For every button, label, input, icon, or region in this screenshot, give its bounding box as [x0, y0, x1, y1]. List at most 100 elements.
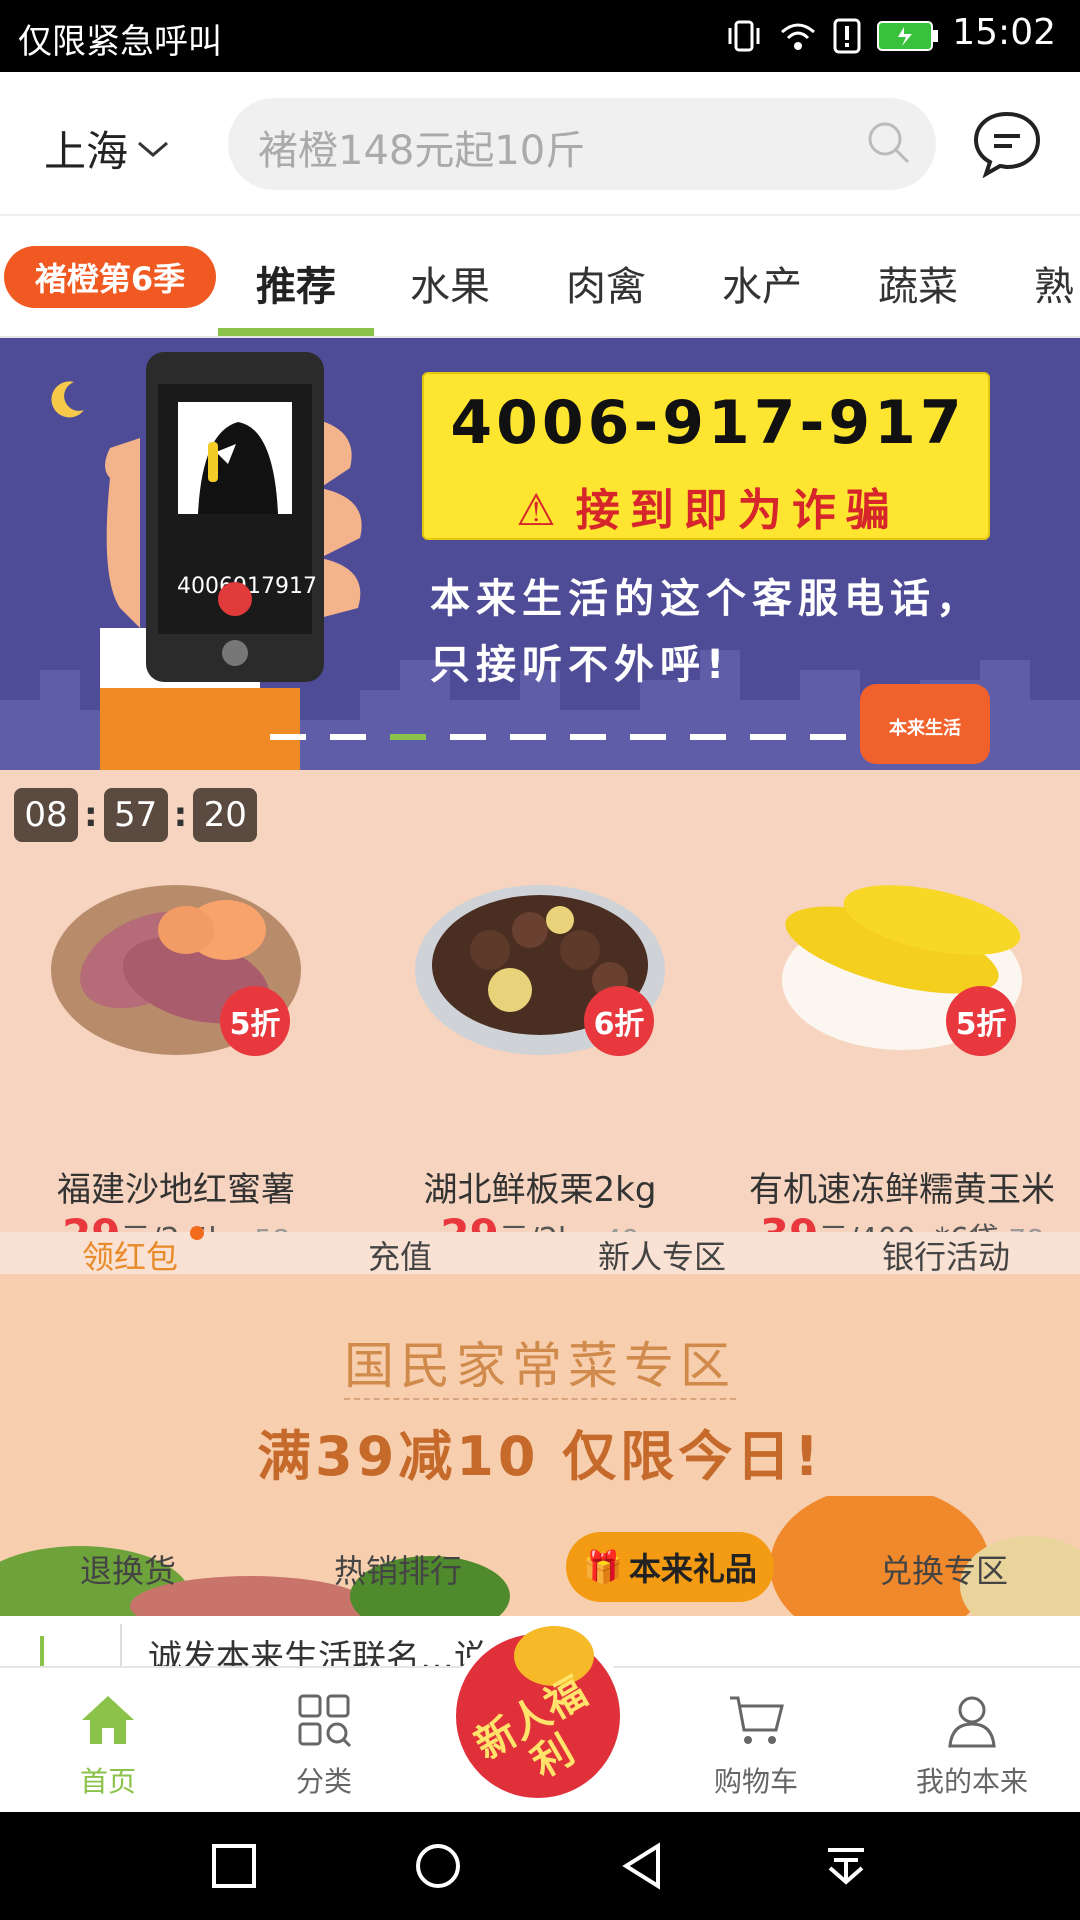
carrier-text: 仅限紧急呼叫	[18, 22, 222, 62]
hero-banner[interactable]: 4006917917 4006-917-917 ⚠接到即为诈骗 本来生活的这个客…	[0, 338, 1080, 770]
notification-pull-down-icon[interactable]	[822, 1842, 870, 1890]
product-card-sweet-potato[interactable]: 5折 福建沙地红蜜薯 29元/2.5kg 58	[6, 860, 346, 1232]
timer-minutes: 57	[103, 788, 168, 842]
nav-home[interactable]: 首页	[0, 1692, 216, 1800]
carousel-dot[interactable]	[690, 734, 726, 740]
hooded-caller-icon	[198, 422, 278, 514]
chevron-down-icon	[138, 141, 168, 157]
quick-links-bar: 领红包 充值 新人专区 银行活动	[0, 1226, 1080, 1276]
battery-charging-icon	[877, 21, 938, 51]
brand-pill-chucheng[interactable]: 褚橙第6季	[4, 246, 216, 308]
carousel-dot[interactable]	[810, 734, 846, 740]
back-icon[interactable]	[618, 1842, 666, 1890]
status-icons	[724, 16, 940, 56]
nav-category-label: 分类	[295, 1765, 352, 1798]
profile-icon	[948, 1696, 996, 1748]
discount-badge: 5折	[220, 986, 290, 1056]
timer-hours: 08	[14, 788, 78, 842]
newbie-welfare-button[interactable]: 新人福利	[448, 1626, 628, 1806]
gift-button[interactable]: 🎁 本来礼品	[566, 1532, 774, 1602]
home-circle-icon[interactable]	[414, 1842, 462, 1890]
warning-triangle-icon: ⚠	[516, 485, 566, 536]
carousel-dot[interactable]	[510, 734, 546, 740]
tab-cooked[interactable]: 熟	[1034, 254, 1074, 312]
product-name: 福建沙地红蜜薯	[57, 1170, 295, 1210]
message-icon[interactable]	[970, 108, 1044, 178]
cart-icon	[730, 1696, 784, 1744]
quick-link-red-packet[interactable]: 领红包	[82, 1232, 178, 1278]
carousel-dot[interactable]	[630, 734, 666, 740]
sim-alert-icon	[833, 18, 861, 54]
product-price: 29	[62, 1210, 120, 1232]
city-selector[interactable]: 上海	[44, 118, 170, 179]
quick-link-bank[interactable]: 银行活动	[882, 1232, 1010, 1278]
product-name: 湖北鲜板栗2kg	[423, 1170, 657, 1210]
vibrate-icon	[728, 20, 760, 52]
active-tab-indicator	[218, 328, 374, 336]
promo-divider	[344, 1398, 736, 1400]
header: 上海 褚橙148元起10斤	[0, 72, 1080, 216]
product-card-chestnut[interactable]: 6折 湖北鲜板栗2kg 29元/2kg 49	[370, 860, 710, 1232]
tab-vegetable[interactable]: 蔬菜	[878, 254, 958, 312]
search-input[interactable]: 褚橙148元起10斤	[228, 98, 936, 190]
discount-badge: 5折	[946, 986, 1016, 1056]
link-returns[interactable]: 退换货	[80, 1546, 176, 1592]
product-old-price: 58	[254, 1223, 290, 1232]
news-icon	[40, 1636, 80, 1666]
clock: 15:02	[952, 12, 1056, 53]
carousel-dot[interactable]	[330, 734, 366, 740]
product-old-price: 49	[604, 1223, 640, 1232]
delivery-truck-icon: 本来生活	[860, 684, 990, 764]
search-icon[interactable]	[864, 118, 914, 168]
quick-link-recharge[interactable]: 充值	[368, 1232, 432, 1278]
category-grid-icon	[298, 1694, 352, 1748]
timer-seconds: 20	[193, 788, 258, 842]
product-price-line: 29元/2kg 49	[370, 1210, 710, 1232]
tab-fruit[interactable]: 水果	[410, 254, 490, 312]
tab-meat[interactable]: 肉禽	[566, 254, 646, 312]
gift-icon: 🎁	[583, 1548, 623, 1586]
recent-apps-icon[interactable]	[210, 1842, 258, 1890]
carousel-dot[interactable]	[570, 734, 606, 740]
flash-sale-section: 08 : 57 : 20 5折 福建沙地红蜜薯 29元/2.5kg 58	[0, 770, 1080, 1232]
nav-cart-label: 购物车	[713, 1765, 798, 1798]
newbie-welfare-label: 新人福利	[467, 1669, 595, 1787]
hangup-icon	[218, 582, 252, 616]
caller-silhouette	[178, 402, 292, 514]
banner-line-1: 本来生活的这个客服电话，	[430, 576, 982, 622]
status-bar: 仅限紧急呼叫 15:02	[0, 0, 1080, 72]
home-icon	[82, 1696, 134, 1744]
promo-links: 退换货 热销排行 🎁 本来礼品 兑换专区	[0, 1532, 1080, 1602]
discount-badge: 6折	[584, 986, 654, 1056]
home-button-icon	[222, 640, 248, 666]
news-divider	[120, 1624, 122, 1666]
link-bestsellers[interactable]: 热销排行	[334, 1546, 462, 1592]
coin-icon	[514, 1626, 594, 1686]
product-unit: 元/2.5kg	[121, 1222, 245, 1232]
nav-profile[interactable]: 我的本来	[864, 1692, 1080, 1800]
product-price-line: 29元/2.5kg 58	[6, 1210, 346, 1232]
tab-seafood[interactable]: 水产	[722, 254, 802, 312]
promo-title: 国民家常菜专区	[344, 1337, 736, 1395]
nav-cart[interactable]: 购物车	[648, 1692, 864, 1800]
nav-home-label: 首页	[79, 1765, 136, 1798]
fraud-warning-text: ⚠ 接到即为诈骗	[424, 474, 992, 538]
fraud-warning-sign: 4006-917-917 ⚠ 接到即为诈骗	[422, 372, 990, 540]
nav-profile-label: 我的本来	[915, 1765, 1028, 1798]
gift-button-label: 本来礼品	[628, 1550, 757, 1588]
fraud-warning-label: 接到即为诈骗	[575, 485, 900, 536]
city-label: 上海	[44, 127, 129, 176]
carousel-dot-active[interactable]	[390, 734, 426, 740]
product-card-corn[interactable]: 5折 有机速冻鲜糯黄玉米 39元/400g*6袋 78	[732, 860, 1072, 1232]
link-exchange[interactable]: 兑换专区	[880, 1546, 1008, 1592]
carousel-dot[interactable]	[270, 734, 306, 740]
category-tabs: 褚橙第6季 推荐 水果 肉禽 水产 蔬菜 熟	[0, 216, 1080, 338]
nav-category[interactable]: 分类	[216, 1692, 432, 1800]
quick-link-newcomer[interactable]: 新人专区	[598, 1232, 726, 1278]
carousel-dot[interactable]	[450, 734, 486, 740]
carousel-dot[interactable]	[750, 734, 786, 740]
truck-label: 本来生活	[889, 718, 961, 739]
tab-recommend[interactable]: 推荐	[256, 254, 336, 312]
timer-separator: :	[173, 795, 188, 835]
product-old-price: 78	[1008, 1223, 1044, 1232]
